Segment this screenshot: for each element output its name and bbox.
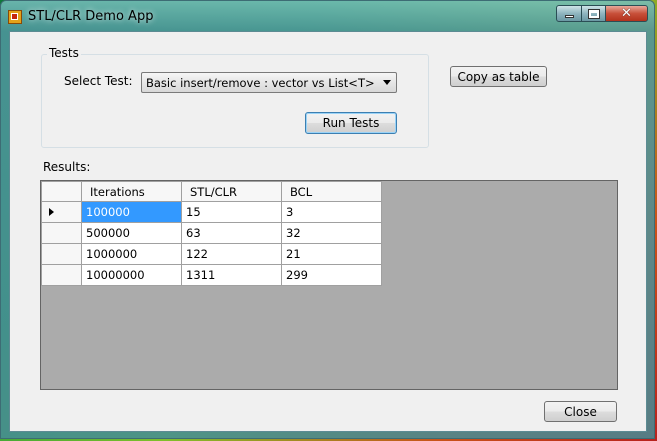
table-row[interactable]: 10000000 1311 299 [41, 264, 382, 286]
selected-test-value: Basic insert/remove : vector vs List<T> [146, 76, 375, 90]
maximize-icon [587, 8, 600, 19]
row-header[interactable] [41, 201, 82, 223]
window-title: STL/CLR Demo App [28, 9, 154, 24]
row-header[interactable] [41, 243, 82, 265]
corner-header-cell[interactable] [41, 181, 82, 202]
close-icon: ✕ [621, 6, 632, 21]
table-cell[interactable]: 500000 [81, 222, 182, 244]
minimize-button[interactable] [556, 5, 582, 22]
table-row[interactable]: 500000 63 32 [41, 222, 382, 244]
app-window: STL/CLR Demo App ✕ Tests Select Test: Ba… [0, 0, 655, 439]
row-header[interactable] [41, 264, 82, 286]
test-select-dropdown[interactable]: Basic insert/remove : vector vs List<T> [141, 72, 397, 93]
tests-group-label: Tests [47, 46, 81, 60]
close-window-button[interactable]: ✕ [605, 5, 648, 22]
table-row[interactable]: 100000 15 3 [41, 201, 382, 223]
table-cell[interactable]: 122 [181, 243, 282, 265]
table-cell[interactable]: 299 [281, 264, 382, 286]
table-cell[interactable]: 1311 [181, 264, 282, 286]
client-area: Tests Select Test: Basic insert/remove :… [9, 31, 647, 432]
current-row-arrow-icon [49, 208, 54, 216]
table-cell[interactable]: 15 [181, 201, 282, 223]
table-cell[interactable]: 1000000 [81, 243, 182, 265]
run-tests-button[interactable]: Run Tests [305, 112, 397, 134]
table-cell[interactable]: 32 [281, 222, 382, 244]
chevron-down-icon[interactable] [383, 80, 391, 85]
results-grid[interactable]: Iterations STL/CLR BCL 100000 15 3 50000 [40, 180, 618, 390]
row-header[interactable] [41, 222, 82, 244]
maximize-button[interactable] [581, 5, 606, 22]
table-cell[interactable]: 10000000 [81, 264, 182, 286]
table-cell[interactable]: 3 [281, 201, 382, 223]
table-cell[interactable]: 100000 [81, 201, 182, 223]
table-row[interactable]: 1000000 122 21 [41, 243, 382, 265]
copy-as-table-button[interactable]: Copy as table [450, 66, 547, 87]
close-button[interactable]: Close [544, 401, 617, 422]
app-icon[interactable] [8, 10, 22, 24]
results-label: Results: [43, 160, 91, 174]
title-bar[interactable]: STL/CLR Demo App ✕ [1, 1, 654, 31]
column-header-iterations[interactable]: Iterations [81, 181, 182, 202]
results-table: Iterations STL/CLR BCL 100000 15 3 50000 [41, 181, 382, 286]
column-header-stl-clr[interactable]: STL/CLR [181, 181, 282, 202]
table-cell[interactable]: 63 [181, 222, 282, 244]
minimize-icon [564, 14, 574, 18]
table-header-row: Iterations STL/CLR BCL [41, 181, 382, 202]
select-test-label: Select Test: [64, 74, 133, 88]
column-header-bcl[interactable]: BCL [281, 181, 382, 202]
table-cell[interactable]: 21 [281, 243, 382, 265]
